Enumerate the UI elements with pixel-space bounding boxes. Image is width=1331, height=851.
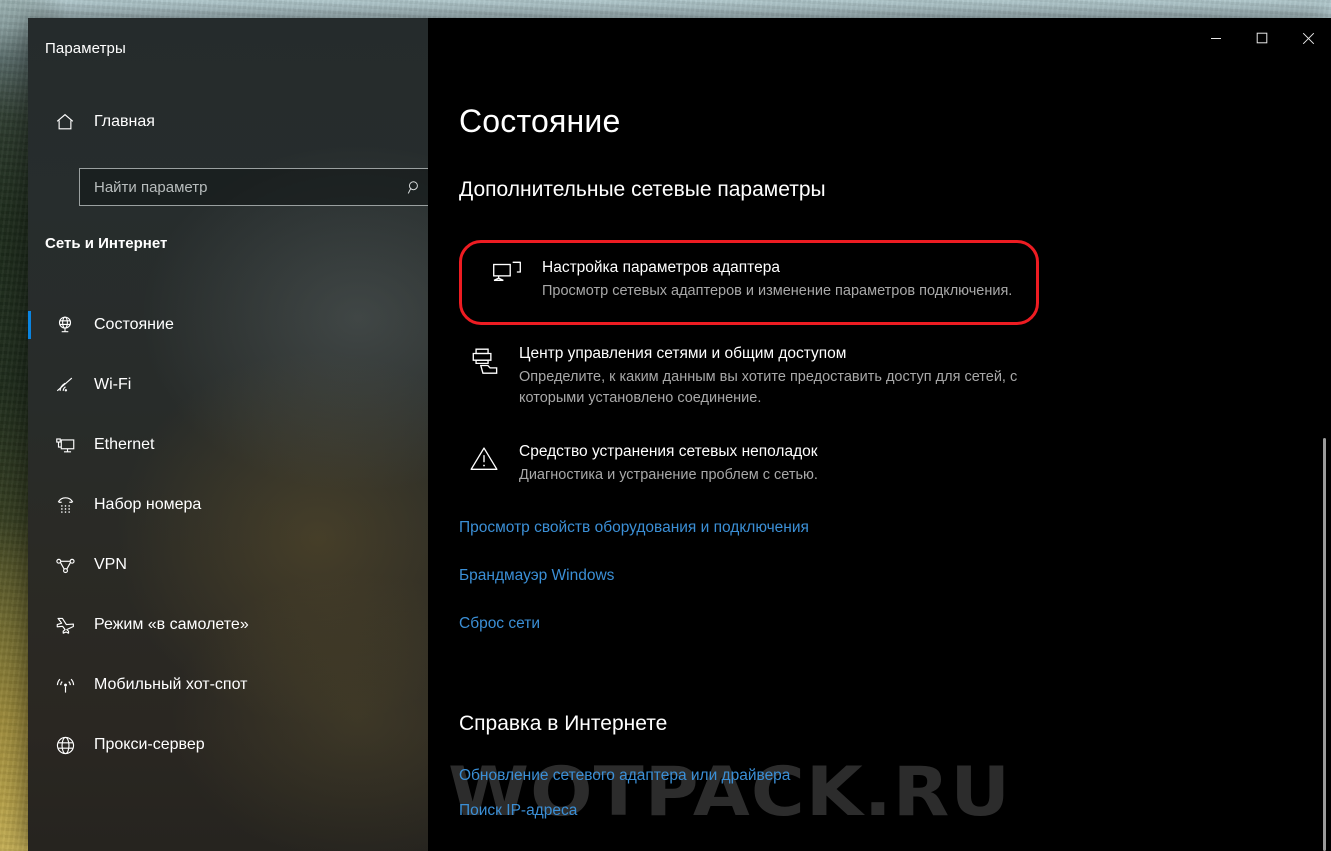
navigation-pane: Параметры Главная Найти параметр Сеть и … (28, 18, 428, 851)
sidebar-item-status-label: Состояние (94, 316, 174, 333)
globe-status-icon (42, 314, 88, 336)
hotspot-icon (42, 674, 88, 697)
sidebar-nav-list: Состояние Wi-Fi Ethernet Набор номера VP… (28, 295, 428, 775)
window-title: Параметры (45, 40, 126, 57)
page-title: Состояние (459, 103, 621, 139)
search-box[interactable] (79, 168, 428, 206)
feature-text: Центр управления сетями и общим доступом… (519, 343, 1029, 409)
troubleshoot-warning-icon (469, 441, 519, 474)
sidebar-item-proxy-label: Прокси-сервер (94, 736, 205, 753)
sidebar-item-ethernet[interactable]: Ethernet (28, 415, 428, 475)
home-icon (42, 111, 88, 133)
sidebar-item-mobile-hotspot[interactable]: Мобильный хот-спот (28, 655, 428, 715)
feature-title: Настройка параметров адаптера (542, 259, 780, 276)
sidebar-item-proxy[interactable]: Прокси-сервер (28, 715, 428, 775)
wifi-icon (42, 374, 88, 397)
feature-description: Определите, к каким данным вы хотите пре… (519, 369, 1018, 406)
sidebar-section-title: Сеть и Интернет (45, 235, 168, 252)
sidebar-item-mobile-hotspot-label: Мобильный хот-спот (94, 676, 248, 693)
feature-sharing-center[interactable]: Центр управления сетями и общим доступом… (459, 329, 1039, 423)
feature-list: Настройка параметров адаптера Просмотр с… (459, 240, 1039, 504)
sidebar-item-ethernet-label: Ethernet (94, 436, 155, 453)
content-scrollbar[interactable] (1320, 438, 1329, 851)
feature-text: Настройка параметров адаптера Просмотр с… (542, 257, 1026, 302)
proxy-globe-icon (42, 734, 88, 757)
feature-title: Средство устранения сетевых неполадок (519, 443, 818, 460)
link-windows-firewall[interactable]: Брандмауэр Windows (459, 567, 614, 585)
sidebar-item-airplane-mode[interactable]: Режим «в самолете» (28, 595, 428, 655)
vpn-icon (42, 554, 88, 577)
watermark: WOTPACK.RU (448, 753, 1012, 832)
settings-window: Параметры Главная Найти параметр Сеть и … (28, 18, 1331, 851)
dialup-icon (42, 494, 88, 517)
airplane-icon (42, 614, 88, 637)
scrollbar-thumb[interactable] (1323, 438, 1326, 851)
link-update-network-adapter-driver[interactable]: Обновление сетевого адаптера или драйвер… (459, 767, 790, 785)
ethernet-icon (42, 434, 88, 457)
sidebar-item-status[interactable]: Состояние (28, 295, 428, 355)
sidebar-item-vpn[interactable]: VPN (28, 535, 428, 595)
subsection-title: Дополнительные сетевые параметры (459, 178, 826, 201)
help-section-title: Справка в Интернете (459, 712, 668, 735)
sidebar-item-vpn-label: VPN (94, 556, 127, 573)
sidebar-item-wifi[interactable]: Wi-Fi (28, 355, 428, 415)
feature-text: Средство устранения сетевых неполадок Ди… (519, 441, 1029, 486)
search-input[interactable] (80, 178, 395, 196)
content-scroll-area: WOTPACK.RU Состояние Дополнительные сете… (428, 18, 1331, 851)
link-view-hardware-properties[interactable]: Просмотр свойств оборудования и подключе… (459, 519, 809, 537)
adapter-settings-icon (472, 257, 542, 290)
feature-title: Центр управления сетями и общим доступом (519, 345, 847, 362)
sidebar-item-dialup[interactable]: Набор номера (28, 475, 428, 535)
link-find-ip-address[interactable]: Поиск IP-адреса (459, 802, 577, 820)
sidebar-item-home[interactable]: Главная (28, 102, 428, 142)
desktop-background: Параметры Главная Найти параметр Сеть и … (0, 0, 1331, 851)
feature-adapter-settings[interactable]: Настройка параметров адаптера Просмотр с… (459, 240, 1039, 325)
sidebar-item-airplane-mode-label: Режим «в самолете» (94, 616, 249, 633)
link-network-reset[interactable]: Сброс сети (459, 615, 540, 633)
search-icon[interactable] (395, 169, 428, 205)
feature-network-troubleshooter[interactable]: Средство устранения сетевых неполадок Ди… (459, 427, 1039, 500)
sidebar-item-wifi-label: Wi-Fi (94, 376, 132, 393)
feature-description: Диагностика и устранение проблем с сетью… (519, 467, 818, 483)
feature-description: Просмотр сетевых адаптеров и изменение п… (542, 283, 1013, 299)
content-pane: WOTPACK.RU Состояние Дополнительные сете… (428, 18, 1331, 851)
sidebar-item-dialup-label: Набор номера (94, 496, 202, 513)
sidebar-item-home-label: Главная (94, 113, 155, 130)
sharing-center-icon (469, 343, 519, 376)
selection-indicator (28, 311, 31, 339)
